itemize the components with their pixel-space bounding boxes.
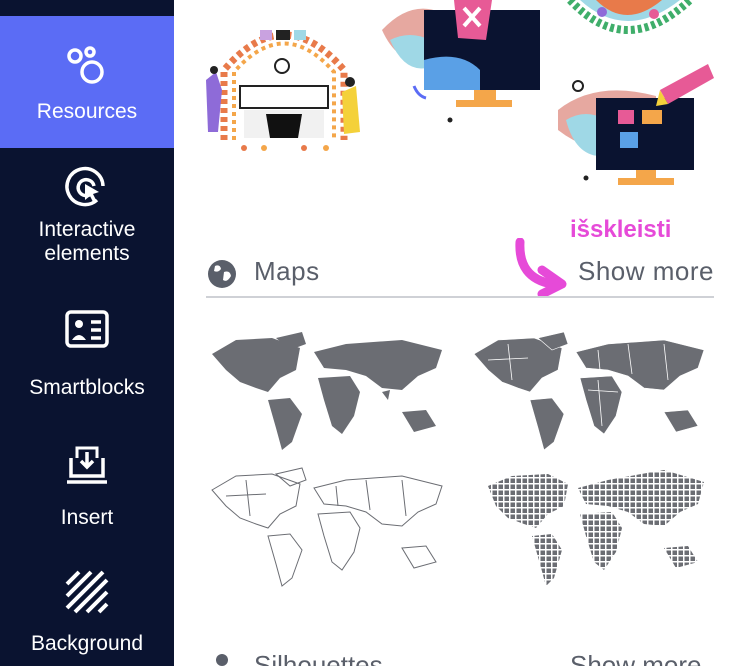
map-world-outline[interactable] bbox=[206, 466, 452, 588]
person-icon bbox=[216, 654, 228, 666]
bubbles-icon bbox=[67, 46, 104, 84]
diagonal-stripes-icon bbox=[65, 570, 109, 614]
sidebar-item-insert[interactable]: Insert bbox=[0, 412, 174, 544]
map-world-filled[interactable] bbox=[206, 330, 452, 452]
resources-panel: Maps Show more išskleisti Silhouettes Sh… bbox=[174, 0, 748, 666]
sidebar-item-label: Interactive elements bbox=[38, 218, 136, 265]
sidebar-item-interactive-elements[interactable]: Interactive elements bbox=[0, 148, 174, 280]
sidebar: Resources Interactive elements Smartbloc… bbox=[0, 0, 174, 666]
next-section-title: Silhouettes bbox=[254, 650, 383, 666]
map-world-countries[interactable] bbox=[468, 330, 714, 452]
smartblock-card-icon bbox=[65, 310, 109, 348]
illustration-floral-wreath[interactable] bbox=[566, 0, 696, 48]
sidebar-item-smartblocks[interactable]: Smartblocks bbox=[0, 280, 174, 412]
sidebar-item-label: Smartblocks bbox=[29, 376, 145, 399]
illustration-monitor-delete[interactable] bbox=[380, 0, 540, 125]
show-more-link[interactable]: Show more bbox=[578, 256, 714, 287]
sidebar-item-resources[interactable]: Resources bbox=[0, 16, 174, 148]
insert-tray-icon bbox=[67, 446, 107, 484]
next-section-show-more[interactable]: Show more bbox=[570, 650, 702, 666]
cursor-click-icon bbox=[65, 166, 105, 207]
sidebar-item-label: Background bbox=[30, 632, 144, 655]
illustration-day-of-dead-altar[interactable] bbox=[204, 10, 364, 155]
section-title: Maps bbox=[254, 256, 320, 286]
map-world-dotted[interactable] bbox=[468, 466, 714, 588]
annotation-text: išskleisti bbox=[570, 216, 672, 243]
illustration-monitor-design[interactable] bbox=[556, 60, 716, 190]
sidebar-item-label: Resources bbox=[36, 100, 138, 123]
sidebar-item-background[interactable]: Background bbox=[0, 544, 174, 666]
annotation-arrow bbox=[515, 238, 567, 296]
globe-icon bbox=[208, 260, 236, 288]
maps-section-header: Maps Show more bbox=[206, 250, 714, 298]
sidebar-item-label: Insert bbox=[60, 506, 114, 529]
